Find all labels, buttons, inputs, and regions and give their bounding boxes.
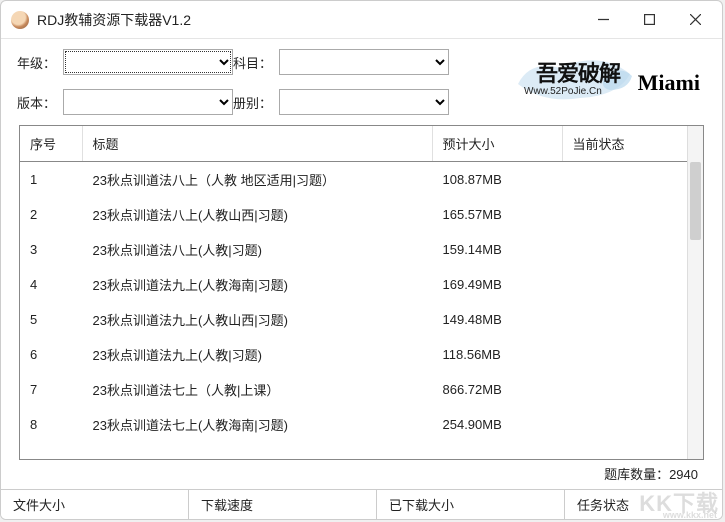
volume-select[interactable] — [279, 89, 449, 115]
col-header-title[interactable]: 标题 — [82, 126, 432, 162]
logo-area: 吾爱破解 Www.52PoJie.Cn Miami — [449, 54, 706, 110]
cell-title: 23秋点训道法九上(人教山西|习题) — [82, 302, 432, 337]
app-icon — [11, 11, 29, 29]
status-downloaded-size: 已下载大小 — [377, 490, 565, 519]
subject-label: 科目： — [233, 53, 279, 72]
cell-title: 23秋点训道法八上(人教|习题) — [82, 232, 432, 267]
table-row[interactable]: 323秋点训道法八上(人教|习题)159.14MB — [20, 232, 687, 267]
grade-label: 年级： — [17, 53, 63, 72]
subject-select[interactable] — [279, 49, 449, 75]
cell-title: 23秋点训道法八上(人教山西|习题) — [82, 197, 432, 232]
status-file-size: 文件大小 — [1, 490, 189, 519]
table-row[interactable]: 223秋点训道法八上(人教山西|习题)165.57MB — [20, 197, 687, 232]
col-header-seq[interactable]: 序号 — [20, 126, 82, 162]
cell-status — [562, 302, 687, 337]
status-download-speed: 下载速度 — [189, 490, 377, 519]
cell-status — [562, 267, 687, 302]
table-row[interactable]: 723秋点训道法七上（人教|上课）866.72MB — [20, 372, 687, 407]
close-button[interactable] — [672, 4, 718, 36]
table-row[interactable]: 623秋点训道法九上(人教|习题)118.56MB — [20, 337, 687, 372]
cell-size: 165.57MB — [432, 197, 562, 232]
statusbar: 文件大小 下载速度 已下载大小 任务状态 — [1, 489, 722, 519]
cell-status — [562, 197, 687, 232]
cell-title: 23秋点训道法九上(人教海南|习题) — [82, 267, 432, 302]
grade-select[interactable] — [63, 49, 233, 75]
cell-title: 23秋点训道法九上(人教|习题) — [82, 337, 432, 372]
table-row[interactable]: 523秋点训道法九上(人教山西|习题)149.48MB — [20, 302, 687, 337]
logo-text-url: Www.52PoJie.Cn — [524, 86, 602, 97]
cell-size: 866.72MB — [432, 372, 562, 407]
cell-status — [562, 407, 687, 442]
minimize-button[interactable] — [580, 4, 626, 36]
titlebar: RDJ教辅资源下载器V1.2 — [1, 1, 722, 39]
cell-status — [562, 337, 687, 372]
cell-seq: 2 — [20, 197, 82, 232]
filter-panel: 年级： 科目： 吾爱破解 Www.52PoJie.Cn Miami 版本： 册别… — [1, 39, 722, 119]
cell-size: 149.48MB — [432, 302, 562, 337]
logo-text-primary: 吾爱破解 — [536, 56, 620, 88]
cell-seq: 7 — [20, 372, 82, 407]
maximize-button[interactable] — [626, 4, 672, 36]
cell-seq: 6 — [20, 337, 82, 372]
cell-seq: 1 — [20, 162, 82, 198]
cell-title: 23秋点训道法七上(人教海南|习题) — [82, 407, 432, 442]
logo-brand: Miami — [638, 70, 700, 96]
cell-seq: 8 — [20, 407, 82, 442]
volume-label: 册别： — [233, 93, 279, 112]
version-label: 版本： — [17, 93, 63, 112]
table-container: 序号 标题 预计大小 当前状态 123秋点训道法八上（人教 地区适用|习题）10… — [19, 125, 704, 460]
cell-size: 169.49MB — [432, 267, 562, 302]
logo-image: 吾爱破解 Www.52PoJie.Cn Miami — [510, 54, 700, 110]
count-label: 题库数量： — [604, 467, 669, 482]
cell-seq: 4 — [20, 267, 82, 302]
cell-status — [562, 372, 687, 407]
cell-title: 23秋点训道法七上（人教|上课） — [82, 372, 432, 407]
col-header-size[interactable]: 预计大小 — [432, 126, 562, 162]
scrollbar-thumb[interactable] — [690, 162, 701, 240]
cell-size: 254.90MB — [432, 407, 562, 442]
table-row[interactable]: 423秋点训道法九上(人教海南|习题)169.49MB — [20, 267, 687, 302]
cell-size: 108.87MB — [432, 162, 562, 198]
cell-status — [562, 232, 687, 267]
count-row: 题库数量：2940 — [1, 460, 722, 489]
cell-size: 118.56MB — [432, 337, 562, 372]
cell-seq: 5 — [20, 302, 82, 337]
count-value: 2940 — [669, 467, 698, 482]
vertical-scrollbar[interactable] — [687, 126, 703, 459]
col-header-status[interactable]: 当前状态 — [562, 126, 687, 162]
cell-status — [562, 162, 687, 198]
main-window: RDJ教辅资源下载器V1.2 年级： 科目： 吾爱破解 Www.52PoJie.… — [0, 0, 723, 520]
cell-title: 23秋点训道法八上（人教 地区适用|习题） — [82, 162, 432, 198]
version-select[interactable] — [63, 89, 233, 115]
cell-seq: 3 — [20, 232, 82, 267]
table-row[interactable]: 123秋点训道法八上（人教 地区适用|习题）108.87MB — [20, 162, 687, 198]
table-row[interactable]: 823秋点训道法七上(人教海南|习题)254.90MB — [20, 407, 687, 442]
resource-table: 序号 标题 预计大小 当前状态 123秋点训道法八上（人教 地区适用|习题）10… — [20, 126, 687, 442]
status-task-status: 任务状态 — [565, 490, 722, 519]
window-title: RDJ教辅资源下载器V1.2 — [37, 10, 580, 30]
cell-size: 159.14MB — [432, 232, 562, 267]
